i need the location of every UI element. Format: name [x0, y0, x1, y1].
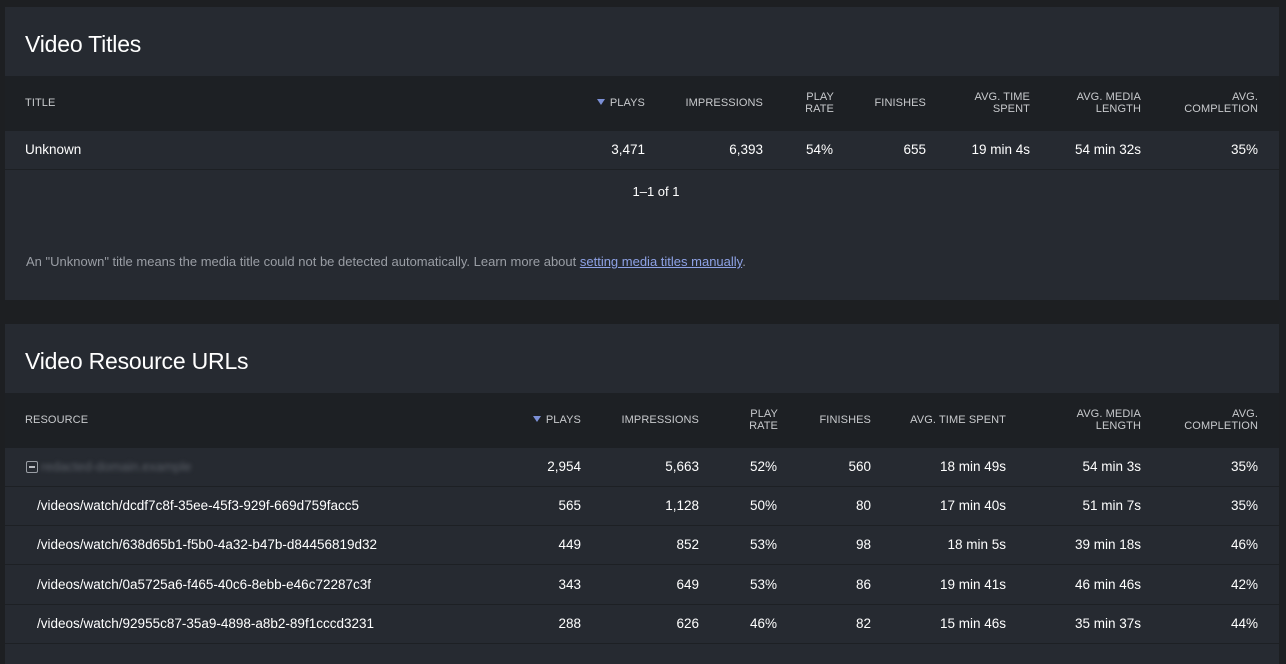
setting-media-titles-link[interactable]: setting media titles manually: [580, 254, 742, 269]
title-cell: Unknown: [25, 142, 82, 157]
finishes-cell: 560: [848, 459, 871, 474]
finishes-cell: 82: [855, 615, 871, 631]
sort-descending-icon: [596, 99, 605, 105]
column-header-avg-completion[interactable]: AVG. COMPLETION: [1155, 91, 1258, 115]
play-rate-cell: 52%: [750, 459, 778, 474]
avg-media-length-cell: 46 min 46s: [1074, 576, 1141, 592]
play-rate-cell: 53%: [750, 537, 778, 553]
video-titles-panel: Video Titles Title Plays Impressions PLA…: [5, 7, 1279, 300]
column-header-finishes[interactable]: Finishes: [790, 414, 871, 426]
impressions-cell: 626: [676, 615, 699, 631]
finishes-cell: 80: [855, 498, 871, 513]
avg-completion-cell: 46%: [1230, 537, 1258, 553]
impressions-cell: 852: [676, 537, 699, 553]
column-header-avg-media-length[interactable]: AVG. MEDIA LENGTH: [1045, 91, 1141, 115]
table-row[interactable]: Unknown 3,471 6,393 54% 655 19 min 4s 54…: [5, 131, 1279, 170]
column-header-title[interactable]: Title: [25, 97, 55, 109]
resource-url-row[interactable]: /videos/watch/638d65b1-f5b0-4a32-b47b-d8…: [5, 526, 1279, 566]
avg-time-spent-cell: 15 min 46s: [939, 615, 1006, 631]
avg-time-spent-cell: 18 min 5s: [947, 537, 1006, 553]
plays-cell: 3,471: [611, 142, 645, 157]
plays-cell: 343: [558, 576, 581, 592]
avg-time-spent-cell: 18 min 49s: [939, 459, 1006, 474]
column-header-avg-completion[interactable]: AVG. COMPLETION: [1155, 408, 1258, 432]
avg-completion-cell: 35%: [1230, 498, 1258, 513]
resource-cell[interactable]: /videos/watch/0a5725a6-f465-40c6-8ebb-e4…: [37, 566, 371, 604]
column-header-impressions[interactable]: Impressions: [601, 414, 699, 426]
impressions-cell: 6,393: [729, 142, 763, 157]
panel-title: Video Resource URLs: [25, 348, 249, 374]
column-header-play-rate[interactable]: PLAY RATE: [729, 408, 778, 432]
plays-cell: 2,954: [547, 459, 581, 474]
avg-completion-cell: 35%: [1230, 142, 1258, 157]
resource-group-row[interactable]: redacted-domain.example 2,954 5,663 52% …: [5, 448, 1279, 487]
unknown-title-note: An "Unknown" title means the media title…: [26, 254, 746, 269]
plays-cell: 449: [558, 537, 581, 553]
avg-completion-cell: 42%: [1230, 576, 1258, 592]
impressions-cell: 649: [676, 576, 699, 592]
avg-media-length-cell: 35 min 37s: [1074, 615, 1141, 631]
column-header-avg-time-spent[interactable]: Avg. Time Spent: [885, 414, 1006, 426]
play-rate-cell: 53%: [750, 576, 778, 592]
panel-title: Video Titles: [25, 31, 142, 57]
play-rate-cell: 46%: [750, 615, 778, 631]
avg-media-length-cell: 51 min 7s: [1082, 498, 1141, 513]
resource-cell[interactable]: /videos/watch/92955c87-35a9-4898-a8b2-89…: [37, 605, 374, 643]
resource-url-row[interactable]: /videos/watch/92955c87-35a9-4898-a8b2-89…: [5, 605, 1279, 644]
impressions-cell: 1,128: [665, 498, 699, 513]
finishes-cell: 98: [855, 537, 871, 553]
avg-completion-cell: 44%: [1230, 615, 1258, 631]
column-header-resource[interactable]: Resource: [25, 414, 88, 426]
plays-cell: 288: [558, 615, 581, 631]
sort-descending-icon: [532, 416, 541, 422]
column-header-plays[interactable]: Plays: [501, 414, 581, 426]
avg-media-length-cell: 39 min 18s: [1074, 537, 1141, 553]
play-rate-cell: 50%: [750, 498, 778, 513]
pagination-label: 1–1 of 1: [632, 184, 680, 199]
avg-time-spent-cell: 19 min 4s: [971, 142, 1030, 157]
resource-cell[interactable]: /videos/watch/dcdf7c8f-35ee-45f3-929f-66…: [37, 487, 359, 525]
avg-media-length-cell: 54 min 3s: [1082, 459, 1141, 474]
avg-completion-cell: 35%: [1230, 459, 1258, 474]
collapse-icon[interactable]: [26, 461, 38, 473]
column-header-impressions[interactable]: Impressions: [665, 97, 763, 109]
table-header: Resource Plays Impressions PLAY RATE Fini…: [5, 393, 1279, 448]
impressions-cell: 5,663: [665, 459, 699, 474]
resource-url-row[interactable]: /videos/watch/0a5725a6-f465-40c6-8ebb-e4…: [5, 566, 1279, 605]
finishes-cell: 655: [903, 142, 926, 157]
resource-cell[interactable]: /videos/watch/638d65b1-f5b0-4a32-b47b-d8…: [37, 526, 377, 564]
play-rate-cell: 54%: [806, 142, 834, 157]
column-header-avg-media-length[interactable]: AVG. MEDIA LENGTH: [1045, 408, 1141, 432]
resource-url-row[interactable]: /videos/watch/dcdf7c8f-35ee-45f3-929f-66…: [5, 487, 1279, 526]
plays-cell: 565: [558, 498, 581, 513]
column-header-plays[interactable]: Plays: [565, 97, 645, 109]
column-header-avg-time-spent[interactable]: AVG. TIME SPENT: [935, 91, 1030, 115]
redacted-domain: redacted-domain.example: [41, 459, 192, 474]
table-header: Title Plays Impressions PLAY RATE Finishe…: [5, 76, 1279, 131]
avg-time-spent-cell: 19 min 41s: [939, 576, 1006, 592]
finishes-cell: 86: [855, 576, 871, 592]
video-resource-urls-panel: Video Resource URLs Resource Plays Impre…: [5, 324, 1279, 664]
column-header-finishes[interactable]: Finishes: [845, 97, 926, 109]
avg-media-length-cell: 54 min 32s: [1074, 142, 1141, 157]
avg-time-spent-cell: 17 min 40s: [939, 498, 1006, 513]
column-header-play-rate[interactable]: PLAY RATE: [785, 91, 834, 115]
